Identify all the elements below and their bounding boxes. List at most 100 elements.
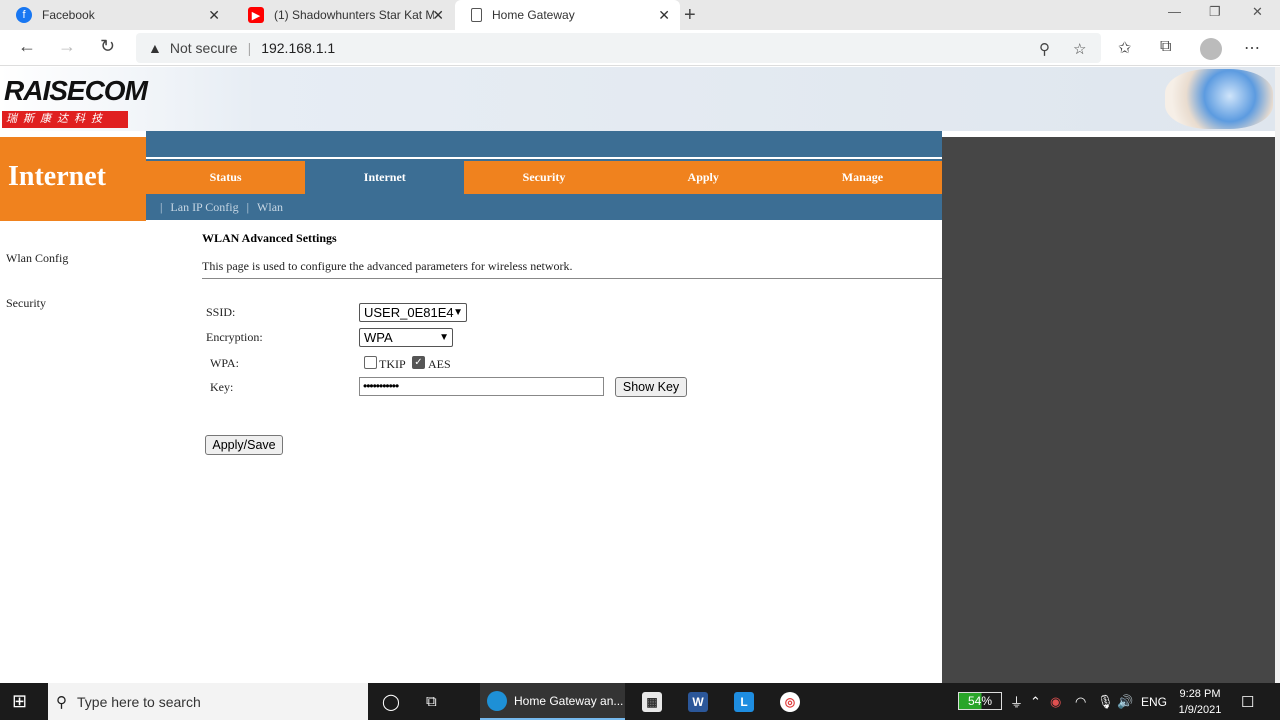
clock-time: 9:28 PM bbox=[1179, 688, 1221, 700]
windows-start-icon[interactable]: ⊞ bbox=[12, 683, 27, 720]
tab-facebook[interactable]: f Facebook ✕ bbox=[0, 0, 230, 30]
restore-icon[interactable]: ❐ bbox=[1209, 4, 1221, 20]
facebook-icon: f bbox=[16, 7, 32, 23]
tab-title: Home Gateway bbox=[492, 8, 575, 22]
microphone-icon[interactable]: 🎙 bbox=[1097, 683, 1114, 720]
close-tab-icon[interactable]: ✕ bbox=[432, 7, 444, 24]
sub-nav: | Lan IP Config | Wlan bbox=[146, 194, 942, 220]
zoom-icon[interactable]: ⚲ bbox=[1039, 40, 1050, 58]
logo-subtitle: 瑞斯康达科技 bbox=[2, 111, 128, 128]
warning-icon: ▲ bbox=[148, 40, 162, 56]
raisecom-logo: RAISECOM bbox=[4, 75, 148, 106]
sidebar-item-wlan-config[interactable]: Wlan Config bbox=[6, 251, 68, 266]
separator: | bbox=[247, 40, 252, 56]
back-icon[interactable]: ← bbox=[18, 36, 36, 57]
page-heading: WLAN Advanced Settings bbox=[202, 231, 337, 245]
word-icon[interactable]: W bbox=[688, 692, 708, 712]
more-menu-icon[interactable]: ⋯ bbox=[1244, 38, 1260, 58]
globe-hands-image bbox=[1165, 69, 1273, 129]
router-page: RAISECOM 瑞斯康达科技 Internet Status Internet… bbox=[0, 67, 1275, 683]
url-text[interactable]: 192.168.1.1 bbox=[261, 40, 335, 56]
close-tab-icon[interactable]: ✕ bbox=[208, 7, 220, 24]
subnav-separator: | bbox=[246, 199, 250, 214]
clock-date: 1/9/2021 bbox=[1178, 704, 1222, 716]
tab-strip: f Facebook ✕ ▶ (1) Shadowhunters Star Ka… bbox=[0, 0, 1280, 30]
security-label[interactable]: Not secure bbox=[170, 40, 238, 56]
close-window-icon[interactable]: ✕ bbox=[1252, 4, 1263, 20]
dark-overlay-panel bbox=[942, 137, 1275, 683]
encryption-select[interactable]: WPA ▼ bbox=[359, 328, 453, 347]
search-icon: ⚲ bbox=[56, 693, 67, 711]
profile-avatar[interactable] bbox=[1200, 38, 1222, 60]
page-description: This page is used to configure the advan… bbox=[202, 259, 573, 273]
divider bbox=[146, 157, 942, 159]
language-indicator[interactable]: ENG bbox=[1141, 683, 1167, 720]
subnav-lan-ip-config[interactable]: Lan IP Config bbox=[170, 200, 238, 215]
divider bbox=[202, 278, 942, 279]
aes-checkbox[interactable]: ✓ bbox=[412, 356, 425, 369]
show-key-button[interactable]: Show Key bbox=[615, 377, 687, 397]
new-tab-icon[interactable]: + bbox=[684, 4, 696, 27]
nav-internet[interactable]: Internet bbox=[305, 161, 465, 194]
wifi-icon[interactable]: ◠ bbox=[1075, 683, 1086, 720]
taskbar-search[interactable]: ⚲ Type here to search bbox=[48, 683, 368, 720]
nav-manage[interactable]: Manage bbox=[782, 161, 943, 194]
l-app-icon[interactable]: L bbox=[734, 692, 754, 712]
encryption-label: Encryption: bbox=[206, 330, 263, 344]
forward-icon[interactable]: → bbox=[58, 36, 76, 57]
task-view-icon[interactable]: ⧉ bbox=[426, 683, 437, 720]
antivirus-icon[interactable]: ◉ bbox=[1050, 683, 1061, 720]
chevron-down-icon: ▼ bbox=[439, 332, 449, 343]
document-icon bbox=[471, 8, 482, 22]
toolbar: ← → ↻ ▲ Not secure | 192.168.1.1 ⚲ ☆ ✩ ⧉… bbox=[0, 30, 1280, 66]
tab-youtube[interactable]: ▶ (1) Shadowhunters Star Kat McNamara ✕ bbox=[232, 0, 454, 30]
volume-icon[interactable]: 🔊 bbox=[1117, 683, 1133, 720]
tkip-checkbox[interactable] bbox=[364, 356, 377, 369]
close-tab-icon[interactable]: ✕ bbox=[658, 7, 670, 24]
notification-icon[interactable]: ☐ bbox=[1241, 683, 1254, 720]
taskbar-app-title: Home Gateway an... bbox=[514, 693, 624, 708]
subnav-wlan[interactable]: Wlan bbox=[257, 200, 283, 215]
chevron-down-icon: ▼ bbox=[453, 307, 463, 318]
power-icon[interactable]: ⏚ bbox=[1010, 683, 1023, 720]
collections-icon[interactable]: ⧉ bbox=[1160, 38, 1171, 56]
youtube-icon: ▶ bbox=[248, 7, 264, 23]
nav-security[interactable]: Security bbox=[464, 161, 624, 194]
taskbar: ⊞ ⚲ Type here to search ◯ ⧉ Home Gateway… bbox=[0, 683, 1280, 720]
aes-label: AES bbox=[428, 357, 451, 371]
banner: RAISECOM 瑞斯康达科技 bbox=[0, 67, 1275, 131]
wpa-label: WPA: bbox=[210, 356, 239, 370]
clock[interactable]: 9:28 PM 1/9/2021 bbox=[1168, 686, 1232, 718]
apply-save-button[interactable]: Apply/Save bbox=[205, 435, 283, 455]
nav-status[interactable]: Status bbox=[146, 161, 306, 194]
app-icon[interactable]: ◎ bbox=[780, 692, 800, 712]
favorite-star-icon[interactable]: ☆ bbox=[1073, 40, 1086, 58]
sidebar-item-security[interactable]: Security bbox=[6, 296, 46, 311]
nav-apply[interactable]: Apply bbox=[623, 161, 783, 194]
ssid-value: USER_0E81E4 bbox=[364, 305, 454, 320]
store-icon[interactable]: ▦ bbox=[642, 692, 662, 712]
refresh-icon[interactable]: ↻ bbox=[100, 36, 115, 57]
tab-title: Facebook bbox=[42, 8, 95, 22]
minimize-icon[interactable]: — bbox=[1168, 4, 1181, 19]
key-input[interactable]: ••••••••••• bbox=[359, 377, 604, 396]
tab-title: (1) Shadowhunters Star Kat McNamara bbox=[274, 8, 434, 22]
key-label: Key: bbox=[210, 380, 234, 394]
chevron-up-icon[interactable]: ⌃ bbox=[1030, 683, 1041, 720]
subnav-separator: | bbox=[160, 199, 163, 214]
favorites-icon[interactable]: ✩ bbox=[1118, 38, 1131, 58]
tkip-label: TKIP bbox=[379, 357, 406, 371]
section-title: Internet bbox=[8, 161, 106, 192]
search-placeholder: Type here to search bbox=[77, 693, 201, 710]
tab-home-gateway[interactable]: Home Gateway ✕ bbox=[455, 0, 680, 30]
scrollbar[interactable] bbox=[1275, 67, 1280, 683]
battery-indicator[interactable]: 54% bbox=[958, 692, 1002, 710]
ssid-select[interactable]: USER_0E81E4 ▼ bbox=[359, 303, 467, 322]
edge-icon bbox=[487, 690, 507, 711]
main-content: WLAN Advanced Settings This page is used… bbox=[146, 220, 942, 683]
ssid-label: SSID: bbox=[206, 305, 236, 319]
cortana-icon[interactable]: ◯ bbox=[382, 683, 400, 720]
encryption-value: WPA bbox=[364, 330, 393, 345]
address-bar[interactable]: ▲ Not secure | 192.168.1.1 ⚲ ☆ bbox=[136, 33, 1101, 63]
taskbar-app-edge[interactable]: Home Gateway an... bbox=[480, 683, 625, 720]
